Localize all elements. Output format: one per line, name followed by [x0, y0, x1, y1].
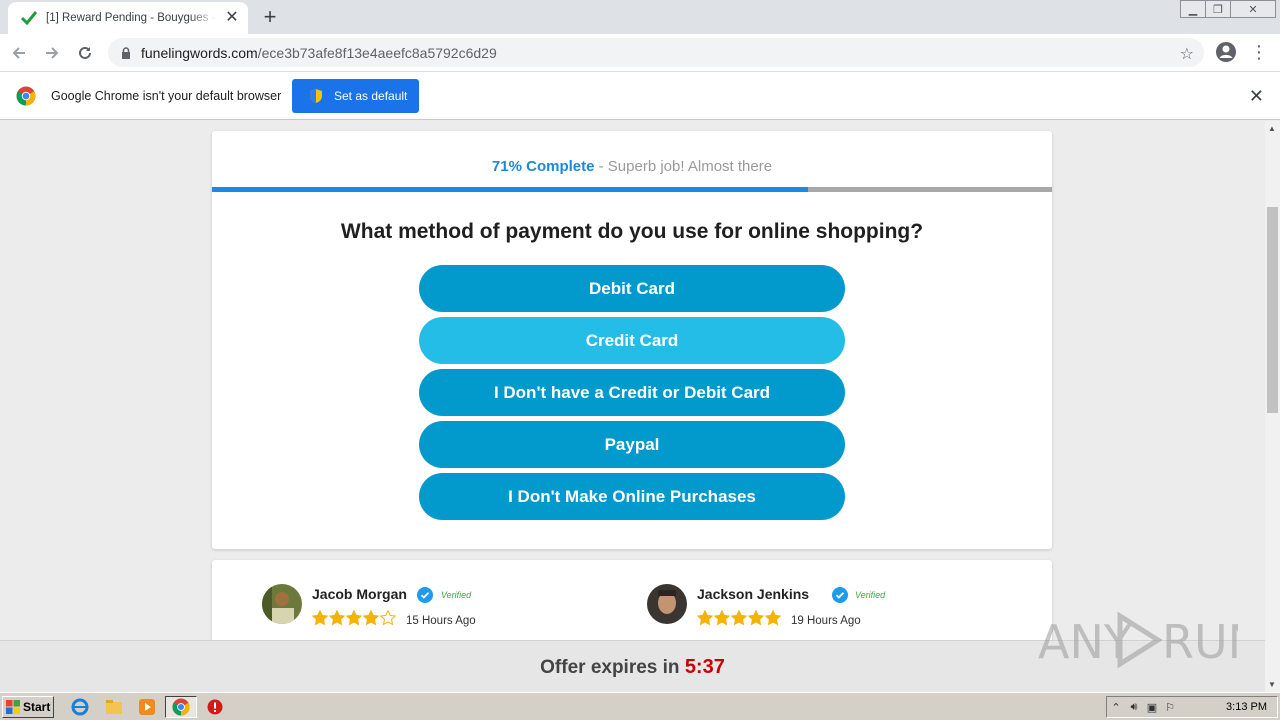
- star-filled-icon: [329, 610, 345, 626]
- infobar-message: Google Chrome isn't your default browser: [51, 88, 282, 103]
- star-filled-icon: [748, 610, 764, 626]
- star-rating: [312, 610, 397, 626]
- volume-icon[interactable]: 🔊︎: [1125, 701, 1143, 714]
- star-filled-icon: [731, 610, 747, 626]
- progress-label: 71% Complete: [491, 158, 595, 175]
- chrome-taskbar-icon[interactable]: [171, 697, 191, 717]
- network-icon[interactable]: ▣: [1143, 701, 1161, 714]
- browser-toolbar: funelingwords.com/ece3b73afe8f13e4aeefc8…: [0, 34, 1280, 71]
- reload-button[interactable]: [71, 39, 99, 67]
- verified-label: Verified: [855, 590, 886, 600]
- scrollbar-thumb[interactable]: [1267, 207, 1278, 413]
- verified-badge-icon: [832, 587, 848, 603]
- review-time: 19 Hours Ago: [791, 615, 861, 627]
- survey-card: 71% Complete - Superb job! Almost there …: [212, 131, 1052, 549]
- window-controls: ▁ ❐ ✕: [1180, 0, 1276, 18]
- back-button[interactable]: [5, 39, 33, 67]
- scroll-up-icon[interactable]: ▲: [1268, 124, 1276, 133]
- action-center-flag-icon[interactable]: ⚐: [1161, 701, 1179, 714]
- close-window-icon[interactable]: ✕: [1230, 0, 1276, 18]
- stop-sign-icon[interactable]: [205, 697, 225, 717]
- new-tab-button[interactable]: +: [258, 6, 282, 30]
- infobar-close-icon[interactable]: ✕: [1249, 86, 1264, 107]
- green-check-icon: [20, 9, 38, 27]
- url-text: funelingwords.com/ece3b73afe8f13e4aeefc8…: [141, 45, 497, 61]
- option-no-online-purchases-button[interactable]: I Don't Make Online Purchases: [419, 473, 845, 520]
- verified-badge-icon: [417, 587, 433, 603]
- star-rating: [697, 610, 782, 626]
- default-browser-infobar: Google Chrome isn't your default browser…: [0, 71, 1280, 120]
- tab-title: [1] Reward Pending - Bouygues - W: [46, 12, 216, 24]
- set-as-default-label: Set as default: [334, 89, 408, 103]
- star-filled-icon: [697, 610, 713, 626]
- star-filled-icon: [312, 610, 328, 626]
- reviewer-avatar: [262, 584, 302, 624]
- tab-close-icon[interactable]: ✕: [224, 10, 240, 26]
- start-label: Start: [23, 700, 51, 714]
- option-no-card-button[interactable]: I Don't have a Credit or Debit Card: [419, 369, 845, 416]
- anyrun-watermark-logo: ANY RUN: [1038, 611, 1238, 669]
- forward-button[interactable]: [38, 39, 66, 67]
- url-host: funelingwords.com: [141, 44, 258, 61]
- scroll-down-icon[interactable]: ▼: [1268, 680, 1276, 689]
- set-as-default-button[interactable]: Set as default: [292, 79, 419, 113]
- answer-options: Debit Card Credit Card I Don't have a Cr…: [419, 265, 845, 525]
- option-credit-card-button[interactable]: Credit Card: [419, 317, 845, 364]
- star-filled-icon: [363, 610, 379, 626]
- taskbar-clock[interactable]: 3:13 PM: [1226, 701, 1267, 713]
- url-path: /ece3b73afe8f13e4aeefc8a5792c6d29: [257, 44, 497, 61]
- countdown-timer: 5:37: [684, 656, 725, 678]
- progress-suffix: - Superb job! Almost there: [594, 158, 773, 175]
- internet-explorer-icon[interactable]: [70, 697, 90, 717]
- windows-flag-icon: [6, 700, 20, 714]
- offer-label: Offer expires in: [540, 657, 685, 678]
- reviewer-avatar: [647, 584, 687, 624]
- bookmark-star-icon[interactable]: ☆: [1180, 44, 1194, 64]
- star-filled-icon: [346, 610, 362, 626]
- address-bar[interactable]: funelingwords.com/ece3b73afe8f13e4aeefc8…: [108, 38, 1204, 67]
- review-time: 15 Hours Ago: [406, 615, 476, 627]
- reload-icon: [79, 46, 91, 59]
- browser-tab[interactable]: [1] Reward Pending - Bouygues - W ✕: [8, 2, 248, 34]
- progress-bar-fill: [212, 187, 809, 192]
- star-empty-icon: [380, 610, 396, 626]
- tab-strip: [1] Reward Pending - Bouygues - W ✕ + ▁ …: [0, 0, 1280, 34]
- back-arrow-icon: [12, 46, 25, 59]
- star-filled-icon: [765, 610, 781, 626]
- windows-taskbar: Start ⌃ 🔊︎ ▣ ⚐ 3:13 PM: [0, 692, 1280, 720]
- progress-bar: [212, 187, 1052, 192]
- progress-text: 71% Complete - Superb job! Almost there: [212, 158, 1052, 175]
- survey-question: What method of payment do you use for on…: [340, 220, 924, 243]
- kebab-menu-icon[interactable]: ⋮: [1250, 41, 1268, 63]
- tray-expand-icon[interactable]: ⌃: [1107, 701, 1125, 714]
- start-button[interactable]: Start: [2, 696, 54, 718]
- page-scrollbar[interactable]: ▲ ▼: [1265, 121, 1280, 692]
- option-debit-card-button[interactable]: Debit Card: [419, 265, 845, 312]
- uac-shield-icon: [310, 89, 322, 103]
- verified-label: Verified: [441, 590, 472, 600]
- page-viewport: 71% Complete - Superb job! Almost there …: [0, 121, 1265, 692]
- file-explorer-icon[interactable]: [104, 697, 124, 717]
- star-filled-icon: [714, 610, 730, 626]
- forward-arrow-icon: [46, 46, 59, 59]
- option-paypal-button[interactable]: Paypal: [419, 421, 845, 468]
- svg-text:RUN: RUN: [1162, 615, 1238, 669]
- chrome-logo-icon: [16, 86, 36, 105]
- reviewer-name: Jacob Morgan: [312, 586, 407, 602]
- reviewer-name: Jackson Jenkins: [697, 586, 810, 602]
- system-tray: ⌃ 🔊︎ ▣ ⚐ 3:13 PM: [1106, 696, 1278, 718]
- restore-icon[interactable]: ❐: [1205, 0, 1231, 18]
- profile-avatar-icon[interactable]: [1214, 40, 1238, 64]
- lock-icon: [122, 46, 130, 59]
- media-player-icon[interactable]: [137, 697, 157, 717]
- minimize-icon[interactable]: ▁: [1180, 0, 1206, 18]
